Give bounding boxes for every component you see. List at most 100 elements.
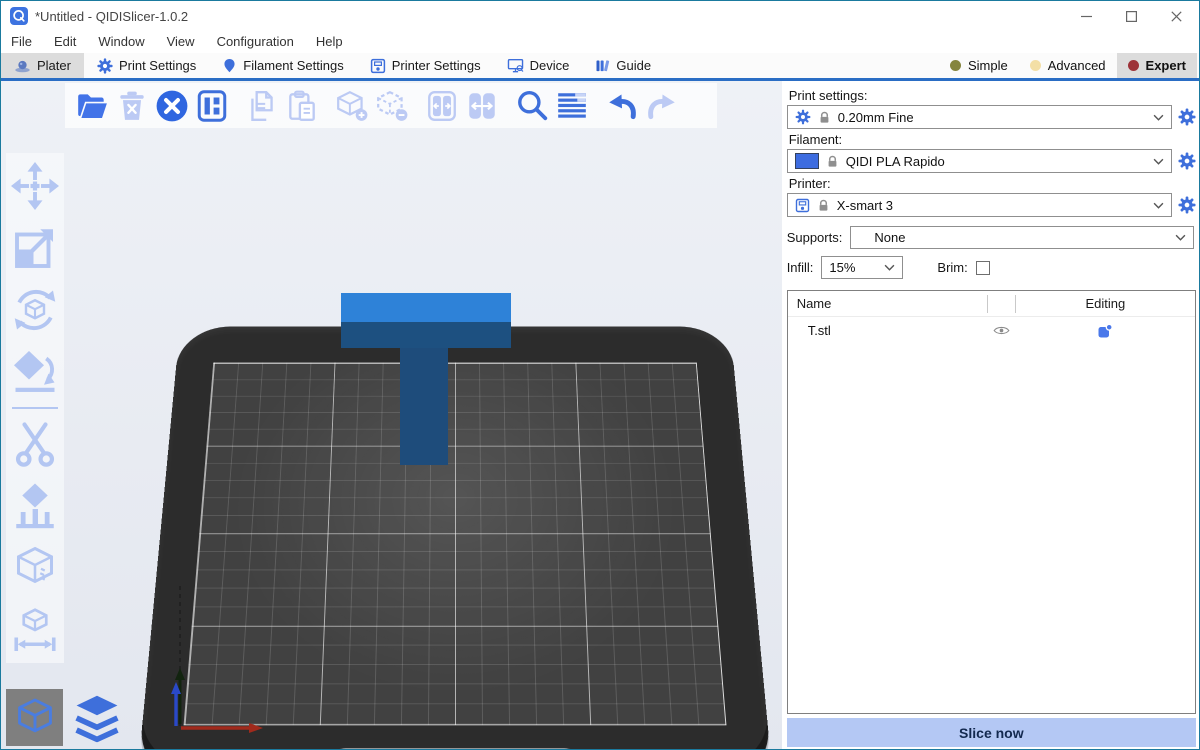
menu-configuration[interactable]: Configuration [206,32,305,52]
object-list-table: Name Editing T.stl [787,290,1196,714]
infill-combo[interactable]: 15% [821,256,903,279]
model-T-stem [400,348,448,465]
tab-plater-label: Plater [37,58,71,73]
delete-button[interactable] [115,89,149,123]
tab-device[interactable]: Device [494,53,583,78]
main-area: Print settings: 0.20mm Fine Filament: QI… [1,81,1199,750]
menu-help[interactable]: Help [305,32,354,52]
scale-gizmo-button[interactable] [11,224,59,272]
variable-layer-height-button[interactable] [555,89,589,123]
plater-icon [14,59,31,73]
delete-all-button[interactable] [155,89,189,123]
guide-icon [595,58,610,73]
preview-layers-icon [71,692,123,744]
filament-gear-button[interactable] [1178,152,1196,170]
filament-combo[interactable]: QIDI PLA Rapido [787,149,1172,173]
tab-filament-settings[interactable]: Filament Settings [209,53,356,78]
filament-value: QIDI PLA Rapido [846,154,945,169]
supports-combo[interactable]: None [850,226,1194,249]
close-button[interactable] [1154,1,1199,31]
expert-mode-dot-icon [1128,60,1139,71]
lock-icon [826,155,839,168]
place-on-face-gizmo-button[interactable] [11,348,59,396]
remove-instance-button[interactable] [375,89,409,123]
title-bar: *Untitled - QIDISlicer-1.0.2 [1,1,1199,31]
column-header-name: Name [788,296,987,311]
open-folder-button[interactable] [75,89,109,123]
menu-edit[interactable]: Edit [43,32,87,52]
mode-advanced-label: Advanced [1048,58,1106,73]
printer-gear-button[interactable] [1178,196,1196,214]
menu-bar: File Edit Window View Configuration Help [1,31,1199,53]
3d-editor-view-button[interactable] [6,689,63,746]
tab-device-label: Device [530,58,570,73]
tab-plater[interactable]: Plater [1,53,84,78]
paste-button[interactable] [285,89,319,123]
printer-value: X-smart 3 [837,198,893,213]
3d-viewport[interactable] [1,81,782,750]
menu-file[interactable]: File [9,32,43,52]
brim-checkbox[interactable] [976,261,990,275]
tab-printer-settings[interactable]: Printer Settings [357,53,494,78]
cut-gizmo-button[interactable] [11,420,59,468]
print-settings-gear-button[interactable] [1178,108,1196,126]
column-header-visibility [987,295,1016,313]
chevron-down-icon [1153,158,1164,165]
rotate-gizmo-button[interactable] [11,286,59,334]
mode-expert[interactable]: Expert [1117,53,1197,78]
print-settings-label: Print settings: [789,88,1196,103]
paint-supports-gizmo-button[interactable] [11,482,59,530]
printer-combo[interactable]: X-smart 3 [787,193,1172,217]
gear-icon [795,109,811,125]
redo-button[interactable] [645,89,679,123]
gear-icon [97,58,113,74]
printer-label: Printer: [789,176,1196,191]
seam-position-gizmo-button[interactable] [11,544,59,592]
slice-now-button[interactable]: Slice now [787,718,1196,747]
eye-icon[interactable] [993,325,1010,336]
minimize-button[interactable] [1064,1,1109,31]
maximize-button[interactable] [1109,1,1154,31]
mode-simple[interactable]: Simple [939,53,1019,78]
lock-icon [817,199,830,212]
object-settings-icon[interactable] [1097,323,1113,339]
app-window: *Untitled - QIDISlicer-1.0.2 File Edit W… [0,0,1200,750]
chevron-down-icon [1153,114,1164,121]
menu-view[interactable]: View [156,32,206,52]
split-objects-button[interactable] [425,89,459,123]
move-gizmo-button[interactable] [11,162,59,210]
measure-gizmo-button[interactable] [11,606,59,654]
print-settings-combo[interactable]: 0.20mm Fine [787,105,1172,129]
infill-label: Infill: [787,260,814,275]
preview-view-button[interactable] [68,689,125,746]
print-settings-value: 0.20mm Fine [838,110,914,125]
supports-label: Supports: [787,230,843,245]
view-toggle [6,689,125,746]
model-T-front-face [341,322,511,348]
arrange-button[interactable] [195,89,229,123]
table-row[interactable]: T.stl [788,317,1195,344]
tab-print-settings[interactable]: Print Settings [84,53,209,78]
tab-print-settings-label: Print Settings [119,58,196,73]
printer-icon [370,58,386,74]
tab-filament-settings-label: Filament Settings [243,58,343,73]
tab-guide-label: Guide [616,58,651,73]
split-parts-button[interactable] [465,89,499,123]
search-button[interactable] [515,89,549,123]
add-instance-button[interactable] [335,89,369,123]
undo-button[interactable] [605,89,639,123]
device-icon [507,58,524,73]
window-title: *Untitled - QIDISlicer-1.0.2 [35,9,188,24]
brim-label: Brim: [937,260,967,275]
menu-window[interactable]: Window [87,32,155,52]
origin-axes [159,576,279,741]
filament-icon [222,58,237,73]
chevron-down-icon [884,264,895,271]
tab-guide[interactable]: Guide [582,53,664,78]
mode-advanced[interactable]: Advanced [1019,53,1117,78]
copy-button[interactable] [245,89,279,123]
3d-view-cube-icon [11,694,59,742]
chevron-down-icon [1153,202,1164,209]
lock-icon [818,111,831,124]
mode-expert-label: Expert [1146,58,1186,73]
